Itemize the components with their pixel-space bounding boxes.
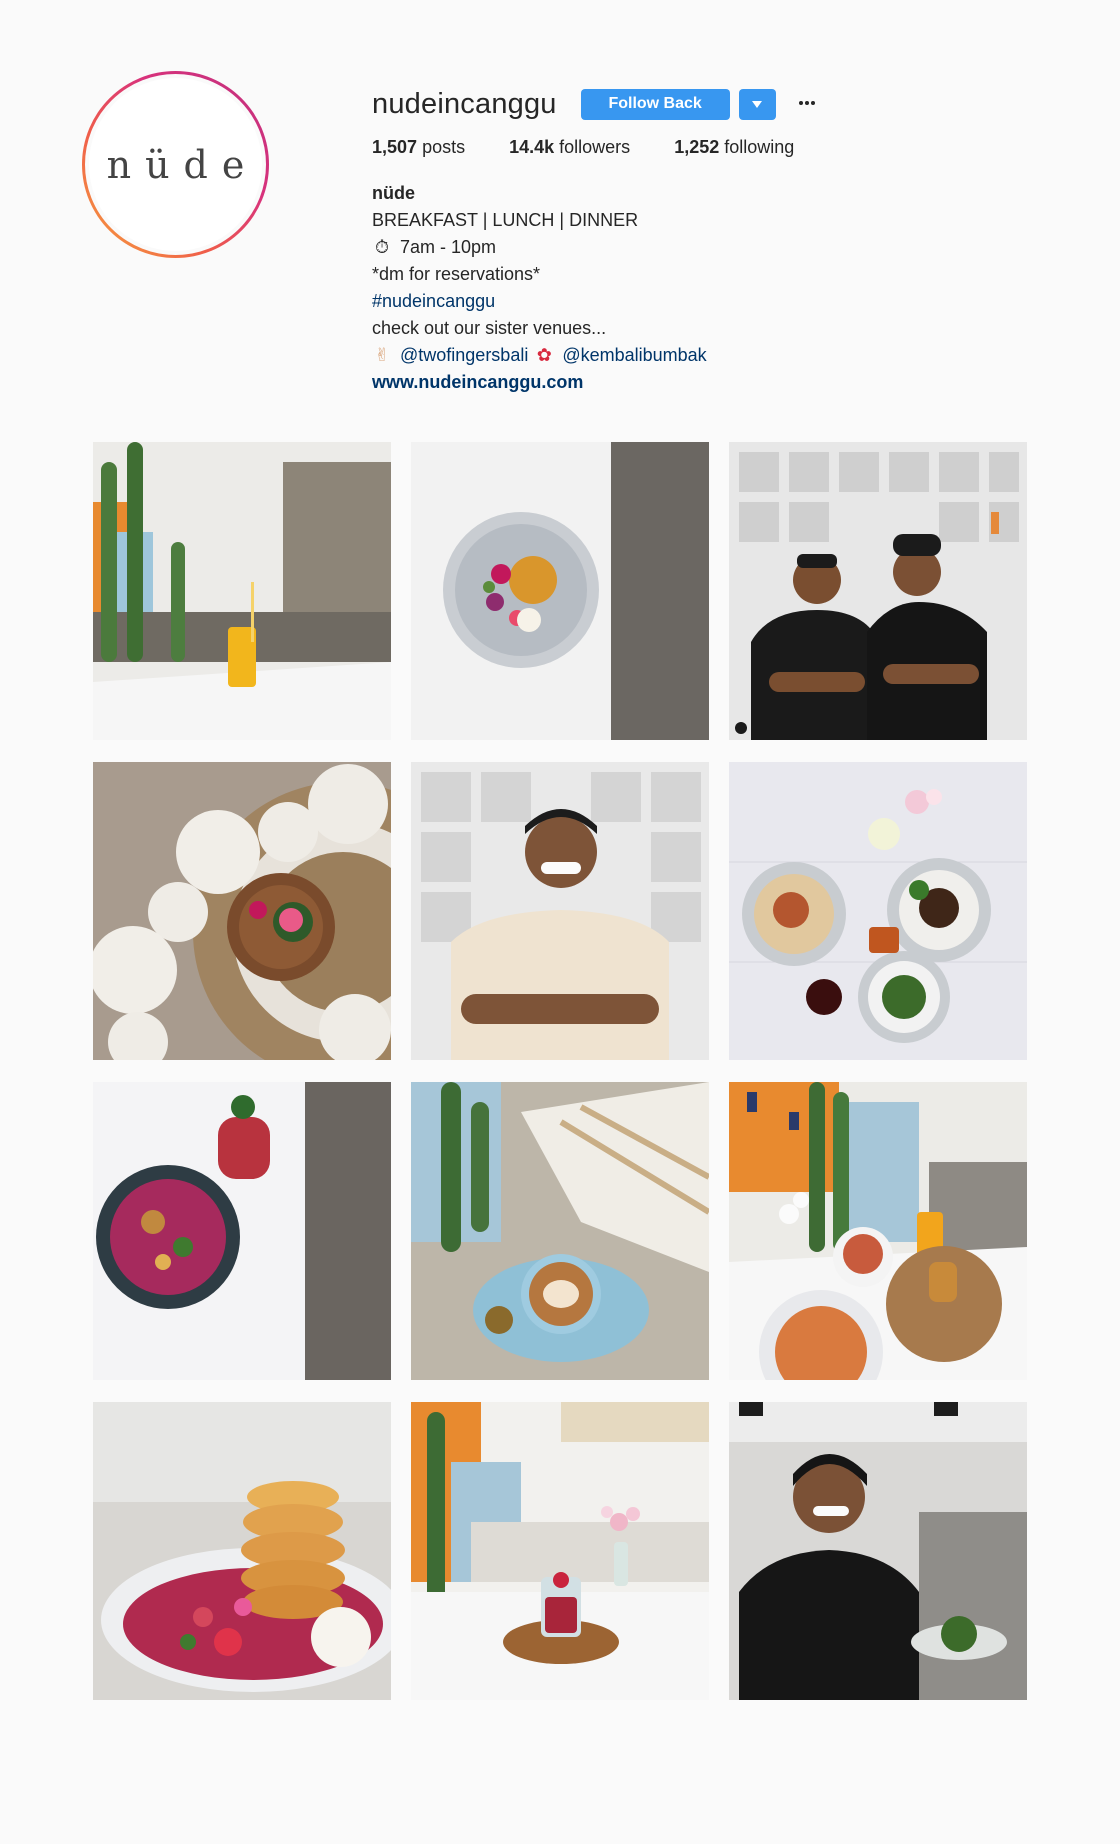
username: nudeincanggu <box>372 87 557 120</box>
post-thumbnail[interactable] <box>411 1082 709 1380</box>
bio-name: nüde <box>372 183 415 203</box>
profile-page: nüde nudeincanggu Follow Back 1,507 post… <box>0 0 1120 1844</box>
website-link[interactable]: www.nudeincanggu.com <box>372 369 932 396</box>
waiter-photo <box>729 1402 1027 1700</box>
latte-photo <box>411 1082 709 1380</box>
avatar-story-ring[interactable]: nüde <box>82 71 269 258</box>
mention-kembalibumbak-link[interactable]: @kembalibumbak <box>562 345 706 365</box>
dessert-glass-photo <box>411 1402 709 1700</box>
smiling-man-photo <box>411 762 709 1060</box>
followers-label: followers <box>559 137 631 157</box>
stopwatch-icon: ⏱ <box>374 237 390 257</box>
table-spread-photo <box>729 762 1027 1060</box>
post-thumbnail[interactable] <box>411 442 709 740</box>
posts-stat: 1,507 posts <box>372 137 465 158</box>
posts-count: 1,507 <box>372 137 418 157</box>
post-thumbnail[interactable] <box>729 1082 1027 1380</box>
more-options-button[interactable] <box>798 90 816 118</box>
post-thumbnail[interactable] <box>729 762 1027 1060</box>
post-thumbnail[interactable] <box>93 1402 391 1700</box>
suggestions-dropdown-button[interactable] <box>738 88 776 120</box>
hashtag-link[interactable]: #nudeincanggu <box>372 288 932 315</box>
followers-count: 14.4k <box>509 137 555 157</box>
profile-header-row: nudeincanggu Follow Back <box>372 83 932 125</box>
post-thumbnail[interactable] <box>93 1082 391 1380</box>
breakfast-table-photo <box>729 1082 1027 1380</box>
post-thumbnail[interactable] <box>411 762 709 1060</box>
bio-meals-line: BREAKFAST | LUNCH | DINNER <box>372 210 639 230</box>
follow-back-button[interactable]: Follow Back <box>580 88 730 120</box>
post-thumbnail[interactable] <box>411 1402 709 1700</box>
following-label: following <box>724 137 795 157</box>
pancake-plate-photo <box>411 442 709 740</box>
staff-photo <box>729 442 1027 740</box>
bio-reservations-line: *dm for reservations* <box>372 264 541 284</box>
more-horizontal-icon <box>798 101 815 105</box>
peace-hand-icon: ✌ <box>374 345 390 365</box>
posts-label: posts <box>422 137 466 157</box>
smoothie-photo <box>93 442 391 740</box>
pancake-stack-photo <box>93 1402 391 1700</box>
caret-down-icon <box>752 100 763 108</box>
profile-info: nudeincanggu Follow Back 1,507 posts 14.… <box>372 83 932 396</box>
bio-hours: 7am - 10pm <box>400 237 497 257</box>
hibiscus-icon: ✿ <box>536 345 552 365</box>
post-thumbnail[interactable] <box>93 442 391 740</box>
post-thumbnail[interactable] <box>729 1402 1027 1700</box>
post-grid <box>93 442 1027 1700</box>
post-thumbnail[interactable] <box>93 762 391 1060</box>
followers-stat[interactable]: 14.4k followers <box>509 137 630 158</box>
avatar-logo: nüde <box>106 142 259 187</box>
bio-sister-venues-line: check out our sister venues... <box>372 318 607 338</box>
post-thumbnail[interactable] <box>729 442 1027 740</box>
following-stat[interactable]: 1,252 following <box>674 137 794 158</box>
following-count: 1,252 <box>674 137 720 157</box>
avatar: nüde <box>85 74 266 255</box>
bio-mentions-line: ✌ @twofingersbali ✿ @kembalibumbak <box>372 342 932 369</box>
bio-hours-line: ⏱ 7am - 10pm <box>372 234 932 261</box>
bio: nüde BREAKFAST | LUNCH | DINNER ⏱ 7am - 1… <box>372 180 932 396</box>
profile-stats: 1,507 posts 14.4k followers 1,252 follow… <box>372 137 932 158</box>
acai-bowl-photo <box>93 1082 391 1380</box>
placemats-photo <box>93 762 391 1060</box>
mention-twofingersbali-link[interactable]: @twofingersbali <box>400 345 528 365</box>
